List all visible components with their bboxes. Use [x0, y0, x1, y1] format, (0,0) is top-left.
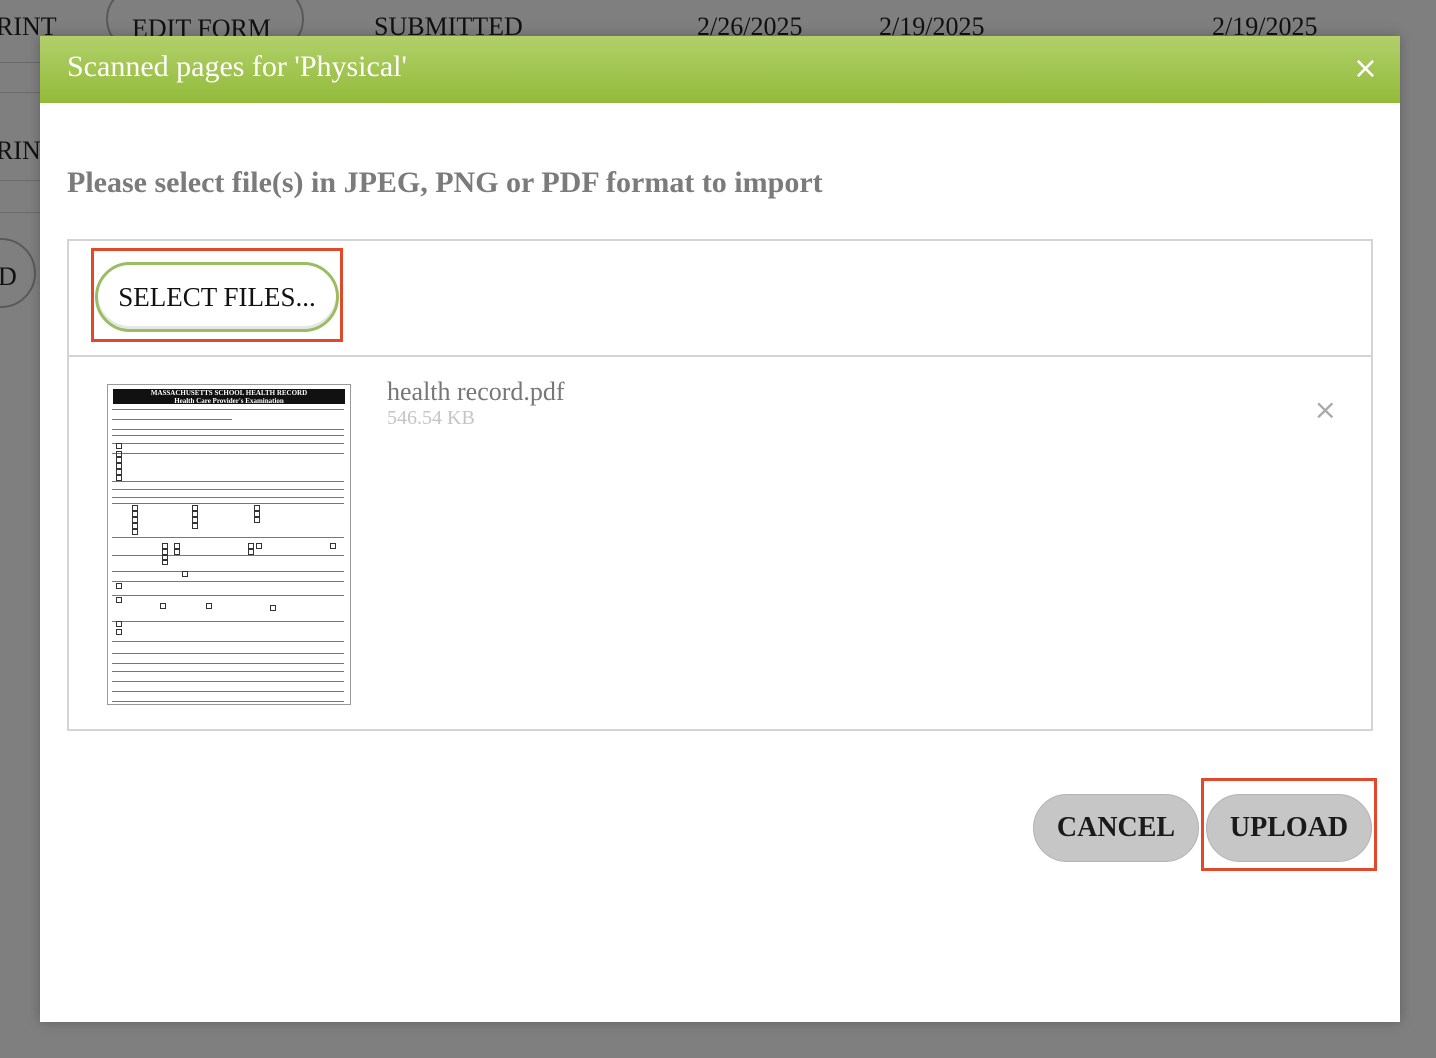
thumbnail-checkbox	[116, 597, 122, 603]
bg-pill-button: D	[0, 238, 36, 308]
bg-divider	[0, 62, 40, 63]
thumbnail-rule	[112, 443, 344, 444]
bg-divider	[0, 212, 40, 213]
thumbnail-rule	[112, 555, 344, 556]
dialog-title: Scanned pages for 'Physical'	[67, 50, 407, 83]
thumbnail-checkbox	[116, 583, 122, 589]
thumbnail-rule	[112, 419, 232, 420]
file-list-item: MASSACHUSETTS SCHOOL HEALTH RECORD Healt…	[69, 357, 1371, 729]
thumbnail-rule	[112, 641, 344, 642]
file-upload-area: SELECT FILES... MASSACHUSETTS SCHOOL HEA…	[67, 239, 1373, 731]
upload-toolbar: SELECT FILES...	[69, 241, 1371, 357]
thumbnail-checkbox	[206, 603, 212, 609]
scanned-pages-dialog: Scanned pages for 'Physical' × Please se…	[40, 36, 1400, 1022]
thumbnail-checkbox	[116, 475, 122, 481]
instructions-text: Please select file(s) in JPEG, PNG or PD…	[67, 166, 823, 199]
file-name: health record.pdf	[387, 377, 565, 406]
thumbnail-rule	[112, 489, 344, 490]
bg-divider	[0, 180, 40, 181]
thumbnail-rule	[112, 621, 344, 622]
thumbnail-checkbox	[116, 443, 122, 449]
thumbnail-rule	[112, 691, 344, 692]
thumbnail-checkbox	[116, 629, 122, 635]
thumbnail-rule	[112, 429, 344, 430]
thumbnail-checkbox	[160, 603, 166, 609]
thumbnail-rule	[112, 453, 344, 454]
thumbnail-rule	[112, 701, 344, 702]
thumbnail-checkbox	[248, 549, 254, 555]
thumbnail-rule	[112, 663, 344, 664]
thumbnail-rule	[112, 481, 344, 482]
thumbnail-checkbox	[270, 605, 276, 611]
thumbnail-rule	[112, 653, 344, 654]
thumbnail-rule	[112, 581, 344, 582]
dialog-header: Scanned pages for 'Physical' ×	[40, 36, 1400, 103]
thumbnail-checkbox	[182, 571, 188, 577]
thumbnail-subtitle: Health Care Provider's Examination	[174, 397, 284, 405]
thumbnail-checkbox	[254, 517, 260, 523]
thumbnail-rule	[112, 503, 344, 504]
pdf-thumbnail: MASSACHUSETTS SCHOOL HEALTH RECORD Healt…	[107, 384, 351, 705]
thumbnail-checkbox	[330, 543, 336, 549]
bg-divider	[0, 92, 40, 93]
upload-button[interactable]: UPLOAD	[1206, 794, 1372, 862]
thumbnail-rule	[112, 595, 344, 596]
thumbnail-checkbox	[162, 559, 168, 565]
thumbnail-rule	[112, 571, 344, 572]
thumbnail-checkbox	[192, 523, 198, 529]
file-size: 546.54 KB	[387, 407, 475, 429]
thumbnail-title: MASSACHUSETTS SCHOOL HEALTH RECORD	[150, 389, 308, 397]
thumbnail-header: MASSACHUSETTS SCHOOL HEALTH RECORD Healt…	[113, 389, 345, 405]
select-files-button[interactable]: SELECT FILES...	[95, 262, 339, 332]
thumbnail-rule	[112, 409, 344, 410]
thumbnail-rule	[112, 497, 344, 498]
thumbnail-rule	[112, 681, 344, 682]
thumbnail-checkbox	[132, 529, 138, 535]
thumbnail-rule	[112, 671, 344, 672]
thumbnail-checkbox	[256, 543, 262, 549]
close-icon[interactable]: ×	[1353, 52, 1378, 86]
thumbnail-rule	[112, 537, 344, 538]
thumbnail-checkbox	[174, 549, 180, 555]
remove-file-icon[interactable]: ×	[1314, 393, 1337, 426]
cancel-button[interactable]: CANCEL	[1033, 794, 1199, 862]
thumbnail-checkbox	[116, 621, 122, 627]
bg-pill-label: D	[0, 262, 17, 291]
thumbnail-rule	[112, 435, 344, 436]
